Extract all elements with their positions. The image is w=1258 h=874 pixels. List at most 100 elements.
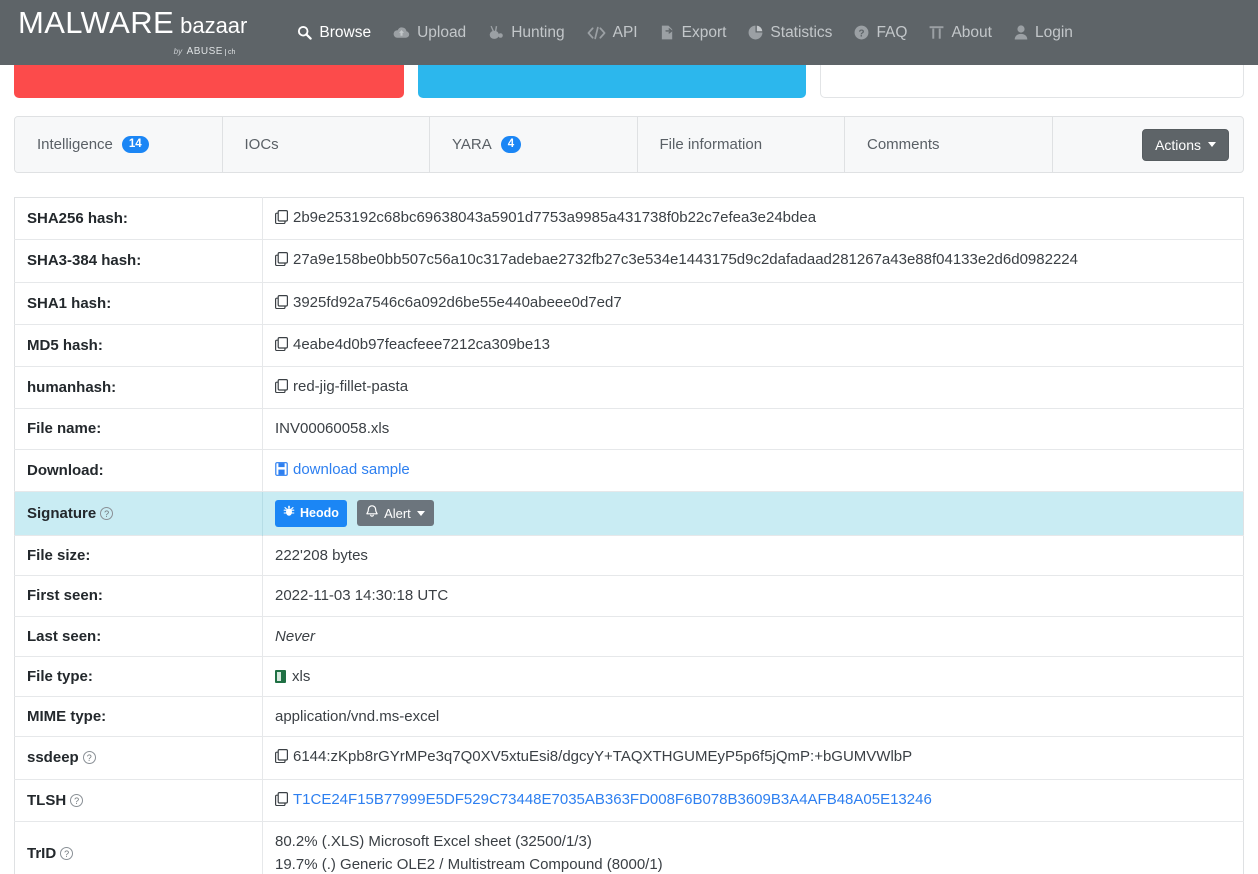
- nav-item-login[interactable]: Login: [1014, 24, 1073, 42]
- nav-label-faq: FAQ: [876, 23, 908, 41]
- nav-item-statistics[interactable]: Statistics: [748, 24, 832, 42]
- cloud-upload-icon: [393, 25, 410, 40]
- tab-label-yara: YARA: [452, 136, 492, 153]
- nav-label-about: About: [951, 23, 992, 41]
- blue-summary-panel[interactable]: [418, 60, 806, 98]
- tab-intelligence[interactable]: Intelligence 14: [15, 117, 223, 172]
- logo-ch-text: ch: [224, 49, 236, 56]
- table-row: File size: 222'208 bytes: [14, 535, 1244, 576]
- nav-label-hunting: Hunting: [511, 23, 565, 41]
- table-row: MD5 hash: 4eabe4d0b97feacfeee7212ca309be…: [14, 324, 1244, 367]
- file-type-value: xls: [292, 667, 311, 685]
- help-icon[interactable]: ?: [100, 506, 114, 520]
- actions-button-label: Actions: [1155, 136, 1201, 153]
- tlsh-value-link[interactable]: T1CE24F15B77999E5DF529C73448E7035AB363FD…: [293, 791, 932, 808]
- nav-item-faq[interactable]: ? FAQ: [854, 24, 907, 42]
- copy-icon[interactable]: [275, 377, 288, 400]
- alert-dropdown-button[interactable]: Alert: [357, 500, 434, 527]
- row-value: T1CE24F15B77999E5DF529C73448E7035AB363FD…: [263, 779, 1244, 821]
- row-key: MD5 hash:: [14, 324, 263, 367]
- row-key: Signature?: [14, 491, 263, 536]
- nav-item-hunting[interactable]: Hunting: [488, 23, 565, 42]
- tab-file-information[interactable]: File information: [637, 117, 845, 172]
- help-icon[interactable]: ?: [60, 846, 74, 860]
- humanhash-value: red-jig-fillet-pasta: [293, 378, 409, 395]
- copy-icon[interactable]: [275, 250, 288, 273]
- table-row: Last seen: Never: [14, 616, 1244, 657]
- row-key: File name:: [14, 408, 263, 449]
- pie-chart-icon: [748, 25, 763, 40]
- nav-item-about[interactable]: About: [929, 24, 992, 42]
- copy-icon[interactable]: [275, 790, 288, 813]
- row-value: 27a9e158be0bb507c56a10c317adebae2732fb27…: [263, 240, 1244, 282]
- nav-item-browse[interactable]: Browse: [297, 24, 371, 42]
- table-row: First seen: 2022-11-03 14:30:18 UTC: [14, 575, 1244, 617]
- copy-icon[interactable]: [275, 335, 288, 358]
- search-icon: [297, 25, 313, 40]
- help-icon[interactable]: ?: [70, 793, 84, 807]
- main-navigation: Browse Upload Hunting API Export Statist…: [297, 24, 1073, 42]
- row-value: Heodo Alert: [263, 491, 1244, 535]
- chevron-down-icon: [1208, 142, 1216, 147]
- help-icon[interactable]: ?: [82, 751, 96, 765]
- tab-yara[interactable]: YARA 4: [430, 117, 638, 172]
- tab-iocs[interactable]: IOCs: [222, 117, 430, 172]
- copy-icon[interactable]: [275, 208, 288, 231]
- download-sample-link[interactable]: download sample: [293, 461, 410, 478]
- signature-key-label: Signature: [27, 504, 97, 522]
- trid-line-2: 19.7% (.) Generic OLE2 / Multistream Com…: [275, 856, 663, 874]
- bell-icon: [366, 505, 378, 521]
- copy-icon[interactable]: [275, 293, 288, 316]
- landmark-icon: [929, 25, 944, 40]
- red-summary-panel[interactable]: [14, 60, 404, 98]
- tab-label-intelligence: Intelligence: [37, 136, 113, 153]
- rabbit-icon: [488, 25, 504, 40]
- row-value: red-jig-fillet-pasta: [263, 367, 1244, 409]
- nav-item-api[interactable]: API: [587, 24, 638, 42]
- row-key: SHA256 hash:: [14, 197, 263, 240]
- row-key: SHA3-384 hash:: [14, 239, 263, 282]
- summary-panels-strip: [0, 60, 1258, 98]
- table-row: File type: xls: [14, 656, 1244, 697]
- svg-text:?: ?: [859, 28, 865, 39]
- file-details-table: SHA256 hash: 2b9e253192c68bc69638043a590…: [14, 197, 1244, 874]
- excel-file-icon: [275, 669, 286, 683]
- copy-icon[interactable]: [275, 747, 288, 770]
- table-row: TrID? 80.2% (.XLS) Microsoft Excel sheet…: [14, 821, 1244, 874]
- table-row: ssdeep? 6144:zKpb8rGYrMPe3q7Q0XV5xtuEsi8…: [14, 736, 1244, 780]
- row-key: humanhash:: [14, 366, 263, 409]
- nav-item-upload[interactable]: Upload: [393, 24, 466, 42]
- white-summary-panel[interactable]: [820, 60, 1244, 98]
- trid-key-label: TrID: [27, 844, 57, 862]
- nav-label-browse: Browse: [319, 23, 372, 41]
- nav-label-login: Login: [1034, 23, 1073, 41]
- row-key: MIME type:: [14, 696, 263, 737]
- table-row: SHA256 hash: 2b9e253192c68bc69638043a590…: [14, 197, 1244, 240]
- table-row: humanhash: red-jig-fillet-pasta: [14, 366, 1244, 409]
- tab-actions-area: Actions: [1053, 117, 1244, 172]
- row-value: download sample: [263, 449, 1244, 491]
- user-icon: [1014, 25, 1028, 40]
- table-row: SHA3-384 hash: 27a9e158be0bb507c56a10c31…: [14, 239, 1244, 282]
- nav-label-api: API: [612, 23, 638, 41]
- signature-badge[interactable]: Heodo: [275, 499, 347, 528]
- chevron-down-icon: [416, 510, 425, 516]
- code-icon: [587, 26, 606, 40]
- tab-comments[interactable]: Comments: [845, 117, 1053, 172]
- row-key: File type:: [14, 656, 263, 697]
- row-value: 80.2% (.XLS) Microsoft Excel sheet (3250…: [263, 821, 1244, 874]
- question-circle-icon: ?: [854, 25, 869, 40]
- nav-label-statistics: Statistics: [770, 23, 833, 41]
- row-value: 2b9e253192c68bc69638043a5901d7753a9985a4…: [263, 198, 1244, 240]
- site-logo[interactable]: MALWARE bazaar by ABUSE ch: [18, 7, 247, 58]
- table-row-signature: Signature? Heodo Alert: [14, 491, 1244, 536]
- actions-button[interactable]: Actions: [1142, 128, 1229, 161]
- ssdeep-key-label: ssdeep: [27, 749, 79, 767]
- row-value: xls: [263, 656, 1244, 696]
- tab-label-iocs: IOCs: [244, 136, 279, 153]
- logo-secondary-text: bazaar: [180, 13, 248, 38]
- nav-label-export: Export: [681, 23, 727, 41]
- nav-item-export[interactable]: Export: [660, 23, 727, 42]
- top-navbar: MALWARE bazaar by ABUSE ch Browse Upload …: [0, 0, 1258, 65]
- tab-label-file-information: File information: [659, 136, 763, 153]
